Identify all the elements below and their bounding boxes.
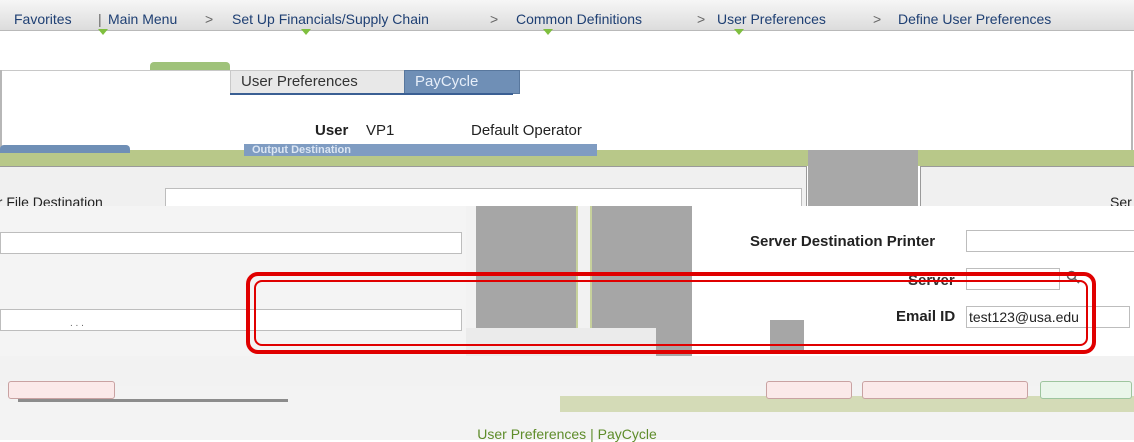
highlight-box-inner <box>254 280 1088 346</box>
nav-main-menu[interactable]: Main Menu <box>108 11 177 27</box>
nav-separator: | <box>98 11 102 27</box>
tab-underline <box>230 93 513 95</box>
group-header-tab <box>0 145 130 153</box>
render-artifact-line <box>18 399 288 402</box>
nav-common-definitions[interactable]: Common Definitions <box>516 11 642 27</box>
nav-separator: > <box>205 11 214 27</box>
toolbar-button[interactable] <box>8 381 115 399</box>
render-artifact-block <box>808 150 918 206</box>
nav-setup-financials[interactable]: Set Up Financials/Supply Chain <box>232 11 429 27</box>
nav-separator: > <box>873 11 882 27</box>
nav-favorites[interactable]: Favorites <box>14 11 72 27</box>
tab-paycycle[interactable]: PayCycle <box>404 70 520 94</box>
toolbar-button[interactable] <box>862 381 1028 399</box>
decorative-tab-marker <box>150 62 230 70</box>
toolbar-button[interactable] <box>1040 381 1132 399</box>
user-description: Default Operator <box>471 122 582 139</box>
divider <box>0 70 2 150</box>
nav-define-user-preferences[interactable]: Define User Preferences <box>898 11 1051 27</box>
right-panel <box>920 166 1134 207</box>
user-label: User <box>315 122 349 139</box>
user-id: VP1 <box>366 122 395 139</box>
nav-separator: > <box>490 11 499 27</box>
server-destination-printer-label: Server Destination Printer <box>750 233 936 250</box>
nav-separator: > <box>697 11 706 27</box>
server-destination-printer-input[interactable] <box>966 230 1134 252</box>
toolbar-button[interactable] <box>766 381 852 399</box>
left-input-field[interactable] <box>0 232 462 254</box>
nav-dropdown-caret-icon <box>543 29 553 35</box>
group-title: Output Destination <box>244 144 597 156</box>
nav-dropdown-caret-icon <box>98 29 108 35</box>
top-nav: Favorites | Main Menu > Set Up Financial… <box>0 0 1134 31</box>
file-destination-field[interactable] <box>165 188 802 208</box>
tab-user-preferences[interactable]: User Preferences <box>230 70 408 94</box>
nav-dropdown-caret-icon <box>301 29 311 35</box>
divider <box>0 70 1134 71</box>
divider <box>1131 70 1133 150</box>
nav-user-preferences[interactable]: User Preferences <box>717 11 826 27</box>
ellipsis-artifact: . . . <box>70 318 84 329</box>
nav-dropdown-caret-icon <box>734 29 744 35</box>
